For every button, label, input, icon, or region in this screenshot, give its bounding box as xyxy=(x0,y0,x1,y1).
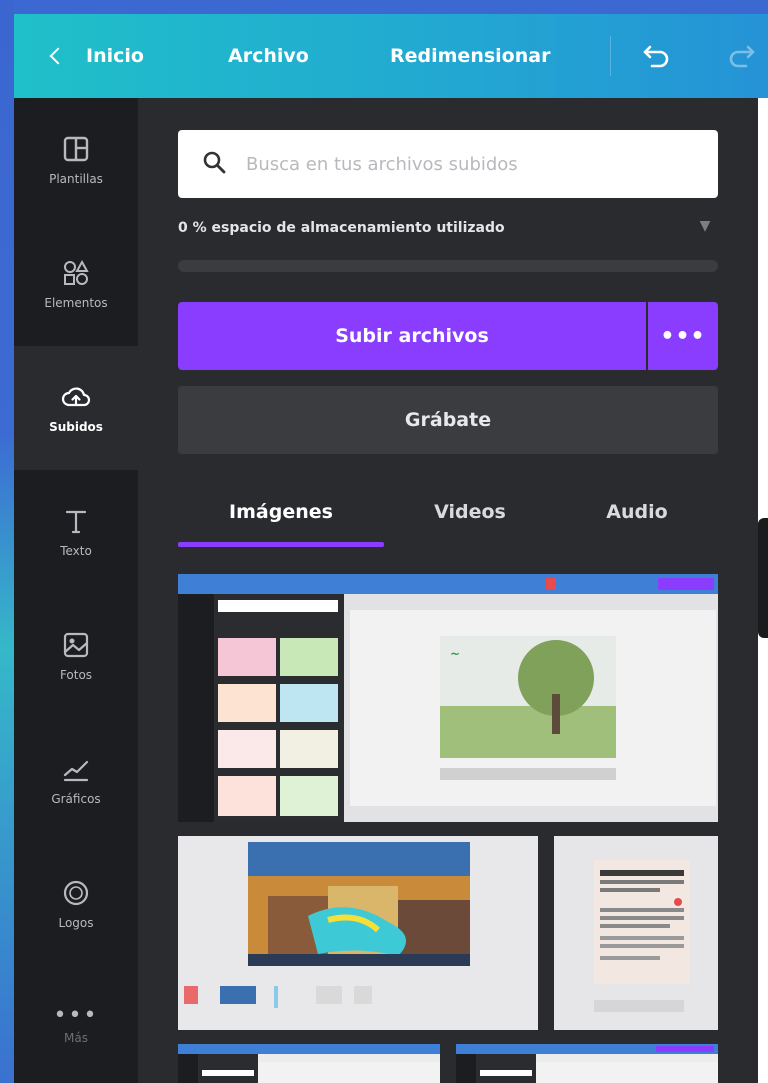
uploaded-image-thumbnail[interactable]: ~ xyxy=(178,574,718,822)
info-icon[interactable]: ▼ xyxy=(694,218,716,240)
file-label: Archivo xyxy=(228,45,309,67)
redo-button[interactable] xyxy=(726,14,756,98)
chevron-left-icon xyxy=(49,47,67,65)
sidebar-item-fotos[interactable]: Fotos xyxy=(14,594,138,718)
uploads-panel: 0 % espacio de almacenamiento utilizado … xyxy=(138,98,768,1083)
photo-icon xyxy=(61,630,91,660)
sidebar-item-plantillas[interactable]: Plantillas xyxy=(14,98,138,222)
search-box[interactable] xyxy=(178,130,718,198)
svg-text:~: ~ xyxy=(450,647,460,661)
sidebar-item-label: Elementos xyxy=(44,296,108,310)
sidebar-item-label: Más xyxy=(64,1031,88,1045)
uploaded-image-thumbnail[interactable] xyxy=(178,836,538,1030)
sidebar-item-label: Logos xyxy=(58,916,94,930)
panel-collapse-handle[interactable] xyxy=(758,518,768,638)
sidebar-item-texto[interactable]: Texto xyxy=(14,470,138,594)
undo-icon xyxy=(643,45,669,68)
tab-imagenes[interactable]: Imágenes xyxy=(178,482,384,542)
sidebar: Plantillas Elementos Subidos Texto Fotos xyxy=(14,98,138,1083)
background-top xyxy=(0,0,768,14)
editor-main: Plantillas Elementos Subidos Texto Fotos xyxy=(14,98,768,1083)
active-tab-indicator xyxy=(178,542,384,547)
back-label: Inicio xyxy=(86,45,144,67)
back-home-button[interactable]: Inicio xyxy=(49,14,144,98)
media-tabs: Imágenes Videos Audio xyxy=(178,482,718,548)
canvas-edge xyxy=(758,98,768,1083)
sidebar-item-label: Plantillas xyxy=(49,172,103,186)
sidebar-item-label: Gráficos xyxy=(51,792,101,806)
sidebar-item-graficos[interactable]: Gráficos xyxy=(14,718,138,842)
search-icon xyxy=(202,150,226,178)
logo-icon xyxy=(61,878,91,908)
tab-videos[interactable]: Videos xyxy=(384,482,556,542)
record-yourself-button[interactable]: Grábate xyxy=(178,386,718,454)
uploaded-image-thumbnail[interactable] xyxy=(456,1044,718,1083)
sidebar-item-label: Fotos xyxy=(59,668,93,682)
undo-button[interactable] xyxy=(642,14,672,98)
sidebar-item-label: Subidos xyxy=(49,420,103,434)
resize-label: Redimensionar xyxy=(390,45,551,67)
shapes-icon xyxy=(61,258,91,288)
sidebar-item-subidos[interactable]: Subidos xyxy=(14,346,138,470)
cloud-upload-icon xyxy=(61,382,91,412)
sidebar-item-label: Texto xyxy=(60,544,92,558)
file-menu-button[interactable]: Archivo xyxy=(228,14,309,98)
storage-usage-text: 0 % espacio de almacenamiento utilizado xyxy=(178,220,505,236)
chart-icon xyxy=(61,754,91,784)
storage-progress-bar xyxy=(178,260,718,272)
toolbar-divider xyxy=(610,36,611,76)
template-icon xyxy=(61,134,91,164)
redo-icon xyxy=(729,45,755,68)
background-left xyxy=(0,0,14,1083)
sidebar-item-mas[interactable]: ••• Más xyxy=(14,966,138,1083)
sidebar-item-logos[interactable]: Logos xyxy=(14,842,138,966)
more-icon: ••• xyxy=(53,1003,99,1028)
resize-button[interactable]: Redimensionar xyxy=(390,14,550,98)
tab-audio[interactable]: Audio xyxy=(556,482,718,542)
upload-more-options-button[interactable]: ••• xyxy=(648,302,718,370)
text-icon xyxy=(61,506,91,536)
upload-files-button[interactable]: Subir archivos xyxy=(178,302,646,370)
search-input[interactable] xyxy=(246,153,686,175)
uploaded-image-thumbnail[interactable] xyxy=(178,1044,440,1083)
uploaded-image-thumbnail[interactable] xyxy=(554,836,718,1030)
top-toolbar: Inicio Archivo Redimensionar xyxy=(14,14,768,98)
sidebar-item-elementos[interactable]: Elementos xyxy=(14,222,138,346)
